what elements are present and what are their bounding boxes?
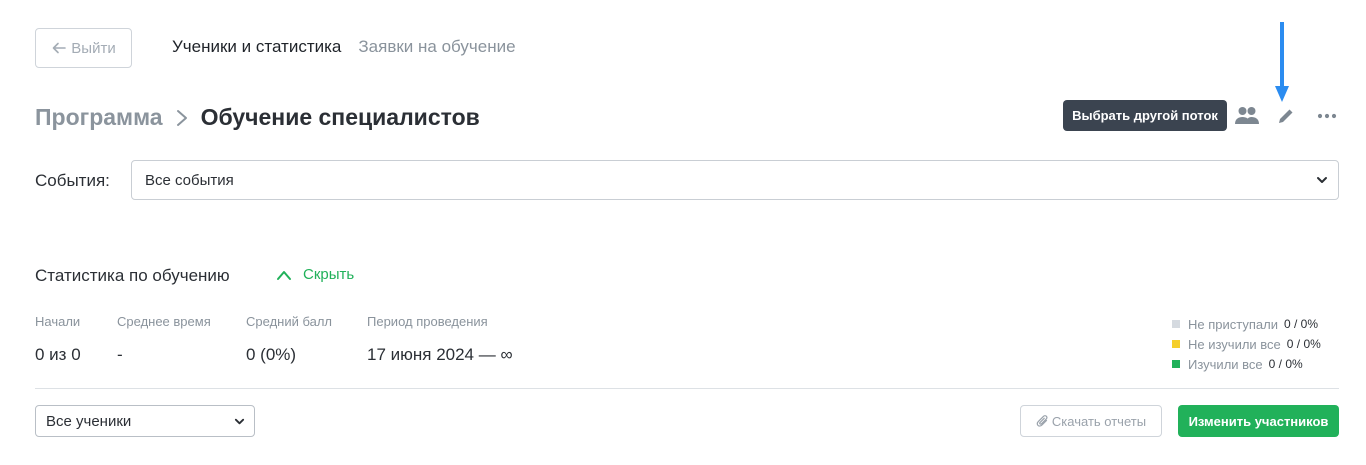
annotation-arrow-icon xyxy=(1275,22,1289,102)
stat-started-value: 0 из 0 xyxy=(35,345,81,364)
events-select-value: Все события xyxy=(145,171,234,189)
more-icon[interactable] xyxy=(1316,108,1338,124)
arrow-left-icon xyxy=(52,42,67,54)
legend-swatch xyxy=(1172,320,1180,328)
legend-swatch xyxy=(1172,360,1180,368)
legend-value: 0 / 0% xyxy=(1286,337,1321,351)
change-participants-button[interactable]: Изменить участников xyxy=(1178,405,1339,437)
chevron-down-icon xyxy=(1317,177,1327,183)
legend-item: Не изучили все 0 / 0% xyxy=(1172,334,1321,354)
stat-avg-score-value: 0 (0%) xyxy=(246,345,297,364)
chevron-up-icon xyxy=(277,270,291,280)
stat-period-label: Период проведения xyxy=(367,314,488,329)
stat-avg-time-value: - xyxy=(117,345,123,364)
stat-avg-time-label: Среднее время xyxy=(117,314,211,329)
chevron-down-icon xyxy=(234,418,245,425)
choose-stream-tooltip: Выбрать другой поток xyxy=(1063,100,1227,131)
legend-swatch xyxy=(1172,340,1180,348)
tab-training-requests[interactable]: Заявки на обучение xyxy=(358,37,515,57)
tab-students-statistics[interactable]: Ученики и статистика xyxy=(172,37,341,57)
legend-label: Изучили все xyxy=(1188,356,1263,372)
page-title: Обучение специалистов xyxy=(200,104,480,130)
breadcrumb: Программа Обучение специалистов xyxy=(35,104,480,131)
legend-label: Не приступали xyxy=(1188,316,1278,332)
users-icon[interactable] xyxy=(1234,105,1260,127)
legend-value: 0 / 0% xyxy=(1268,357,1303,371)
pencil-icon[interactable] xyxy=(1276,106,1296,126)
paperclip-icon xyxy=(1036,415,1048,427)
events-label: События: xyxy=(35,171,110,190)
back-button-label: Выйти xyxy=(71,39,116,57)
hide-stats-toggle[interactable]: Скрыть xyxy=(276,266,354,283)
divider xyxy=(35,388,1339,389)
legend-value: 0 / 0% xyxy=(1283,317,1319,331)
stat-period: Период проведения 17 июня 2024 — ∞ xyxy=(367,314,513,365)
chevron-right-icon xyxy=(175,108,189,128)
legend-item: Не приступали 0 / 0% xyxy=(1172,314,1321,334)
stat-avg-time: Среднее время - xyxy=(117,314,211,365)
stat-avg-score-label: Средний балл xyxy=(246,314,333,329)
students-filter-value: Все ученики xyxy=(46,412,132,430)
stats-title: Статистика по обучению xyxy=(35,266,230,285)
breadcrumb-program[interactable]: Программа xyxy=(35,104,163,131)
progress-legend: Не приступали 0 / 0% Не изучили все 0 / … xyxy=(1172,314,1321,374)
download-reports-button[interactable]: Скачать отчеты xyxy=(1020,405,1162,437)
events-select[interactable]: Все события xyxy=(131,160,1339,200)
stat-avg-score: Средний балл 0 (0%) xyxy=(246,314,332,365)
legend-item: Изучили все 0 / 0% xyxy=(1172,354,1321,374)
tabs: Ученики и статистика Заявки на обучение xyxy=(172,37,516,57)
hide-stats-label: Скрыть xyxy=(303,266,355,283)
stat-started: Начали 0 из 0 xyxy=(35,314,81,365)
stat-started-label: Начали xyxy=(35,314,81,329)
download-reports-label: Скачать отчеты xyxy=(1051,413,1147,429)
stat-period-value: 17 июня 2024 — ∞ xyxy=(367,345,513,364)
students-filter-select[interactable]: Все ученики xyxy=(35,405,255,437)
legend-label: Не изучили все xyxy=(1188,336,1281,352)
back-button[interactable]: Выйти xyxy=(35,28,132,68)
